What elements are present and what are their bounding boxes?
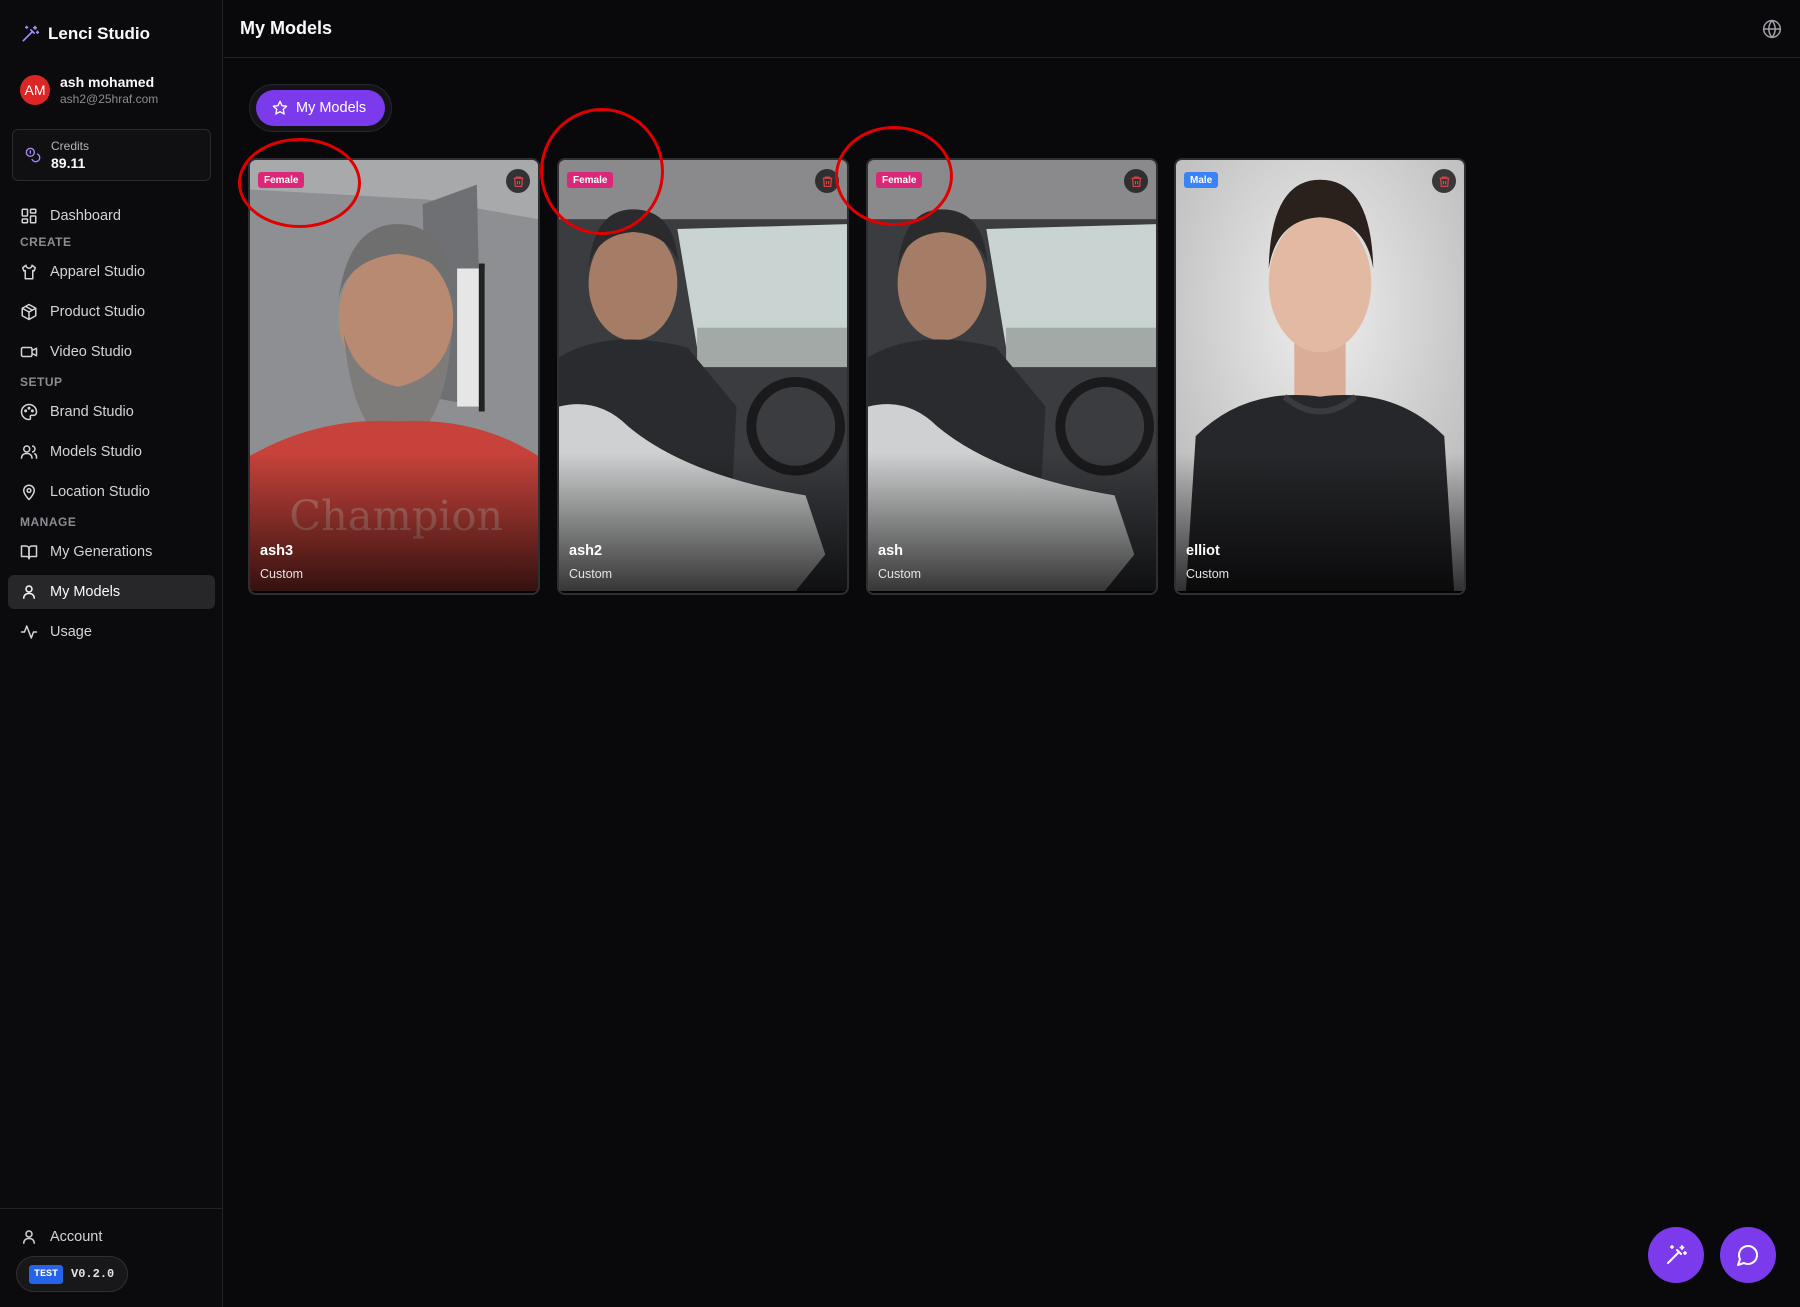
brand[interactable]: Lenci Studio xyxy=(20,24,150,44)
delete-button[interactable] xyxy=(506,169,530,193)
gender-badge: Male xyxy=(1184,172,1219,188)
nav-section-setup: SETUP xyxy=(20,375,63,389)
globe-icon[interactable] xyxy=(1762,19,1782,39)
version-number: V0.2.0 xyxy=(71,1267,115,1281)
map-pin-icon xyxy=(22,484,36,501)
magic-wand-icon xyxy=(1667,1245,1687,1264)
user-icon xyxy=(23,585,35,599)
sidebar-item-label: Account xyxy=(50,1229,103,1245)
sidebar-item-account[interactable]: Account xyxy=(8,1220,215,1254)
sidebar-item-brand-studio[interactable]: Brand Studio xyxy=(8,395,215,429)
model-name: ash3 xyxy=(260,543,294,559)
sidebar-item-my-generations[interactable]: My Generations xyxy=(8,535,215,569)
video-icon xyxy=(20,346,38,358)
model-type: Custom xyxy=(878,567,922,581)
magic-wand-icon xyxy=(22,25,40,42)
sidebar-item-label: Location Studio xyxy=(50,484,150,500)
user-profile[interactable]: AM ash mohamed ash2@25hraf.com xyxy=(20,74,158,106)
version-badge: TEST V0.2.0 xyxy=(16,1256,128,1292)
user-email: ash2@25hraf.com xyxy=(60,92,159,106)
delete-button[interactable] xyxy=(1124,169,1148,193)
magic-generate-button[interactable] xyxy=(1648,1227,1704,1283)
model-card-ash[interactable]: Female ash Custom xyxy=(866,158,1158,595)
users-icon xyxy=(20,445,38,459)
sidebar-item-location-studio[interactable]: Location Studio xyxy=(8,475,215,509)
chat-button[interactable] xyxy=(1720,1227,1776,1283)
tab-bar: My Models xyxy=(249,84,392,132)
sidebar-item-label: Product Studio xyxy=(50,304,146,320)
model-type: Custom xyxy=(569,567,613,581)
avatar: AM xyxy=(20,75,50,105)
trash-icon xyxy=(1439,176,1449,187)
sidebar: Lenci Studio AM ash mohamed ash2@25hraf.… xyxy=(0,0,223,1307)
chat-bubble-icon xyxy=(1737,1245,1758,1266)
tab-label: My Models xyxy=(296,100,367,116)
model-card-ash3[interactable]: Champion Female ash3 Custom xyxy=(248,158,540,595)
brand-name: Lenci Studio xyxy=(48,24,150,43)
trash-icon xyxy=(513,176,523,187)
delete-button[interactable] xyxy=(815,169,839,193)
delete-button[interactable] xyxy=(1432,169,1456,193)
sidebar-item-dashboard[interactable]: Dashboard xyxy=(8,199,215,233)
sidebar-item-label: Dashboard xyxy=(50,208,121,224)
gender-badge: Female xyxy=(258,172,305,188)
top-header: My Models xyxy=(224,0,1800,58)
credits-label: Credits xyxy=(51,139,90,153)
sidebar-item-usage[interactable]: Usage xyxy=(8,615,215,649)
model-type: Custom xyxy=(260,567,304,581)
sidebar-item-label: My Models xyxy=(50,584,121,600)
sidebar-item-apparel-studio[interactable]: Apparel Studio xyxy=(8,255,215,289)
sidebar-item-label: Usage xyxy=(50,624,92,640)
shirt-icon xyxy=(21,264,37,280)
sidebar-item-my-models[interactable]: My Models xyxy=(8,575,215,609)
credits-value: 89.11 xyxy=(51,155,86,171)
model-card-ash2[interactable]: Female ash2 Custom xyxy=(557,158,849,595)
user-icon xyxy=(23,1230,35,1244)
gender-badge: Female xyxy=(876,172,923,188)
nav-section-manage: MANAGE xyxy=(20,515,77,529)
activity-icon xyxy=(20,625,38,639)
star-icon xyxy=(272,100,288,115)
dashboard-icon xyxy=(21,208,37,224)
user-name: ash mohamed xyxy=(60,74,155,90)
model-card-elliot[interactable]: Male elliot Custom xyxy=(1174,158,1466,595)
sidebar-item-label: Brand Studio xyxy=(50,404,134,420)
model-name: ash xyxy=(878,543,903,559)
sidebar-item-label: Models Studio xyxy=(50,444,142,460)
credits-box: Credits 89.11 xyxy=(12,129,211,181)
model-name: ash2 xyxy=(569,543,603,559)
coins-icon xyxy=(25,147,41,163)
trash-icon xyxy=(1131,176,1141,187)
sidebar-item-label: My Generations xyxy=(50,544,153,560)
nav-section-create: CREATE xyxy=(20,235,72,249)
book-open-icon xyxy=(20,545,38,560)
sidebar-item-video-studio[interactable]: Video Studio xyxy=(8,335,215,369)
package-icon xyxy=(21,303,37,321)
sidebar-item-models-studio[interactable]: Models Studio xyxy=(8,435,215,469)
model-name: elliot xyxy=(1186,543,1220,559)
palette-icon xyxy=(20,403,38,421)
sidebar-item-label: Apparel Studio xyxy=(50,264,146,280)
sidebar-item-label: Video Studio xyxy=(50,344,132,360)
gender-badge: Female xyxy=(567,172,614,188)
trash-icon xyxy=(822,176,832,187)
environment-tag: TEST xyxy=(29,1264,64,1284)
sidebar-item-product-studio[interactable]: Product Studio xyxy=(8,295,215,329)
page-title: My Models xyxy=(240,18,333,38)
tab-my-models[interactable]: My Models xyxy=(256,90,385,126)
model-type: Custom xyxy=(1186,567,1230,581)
